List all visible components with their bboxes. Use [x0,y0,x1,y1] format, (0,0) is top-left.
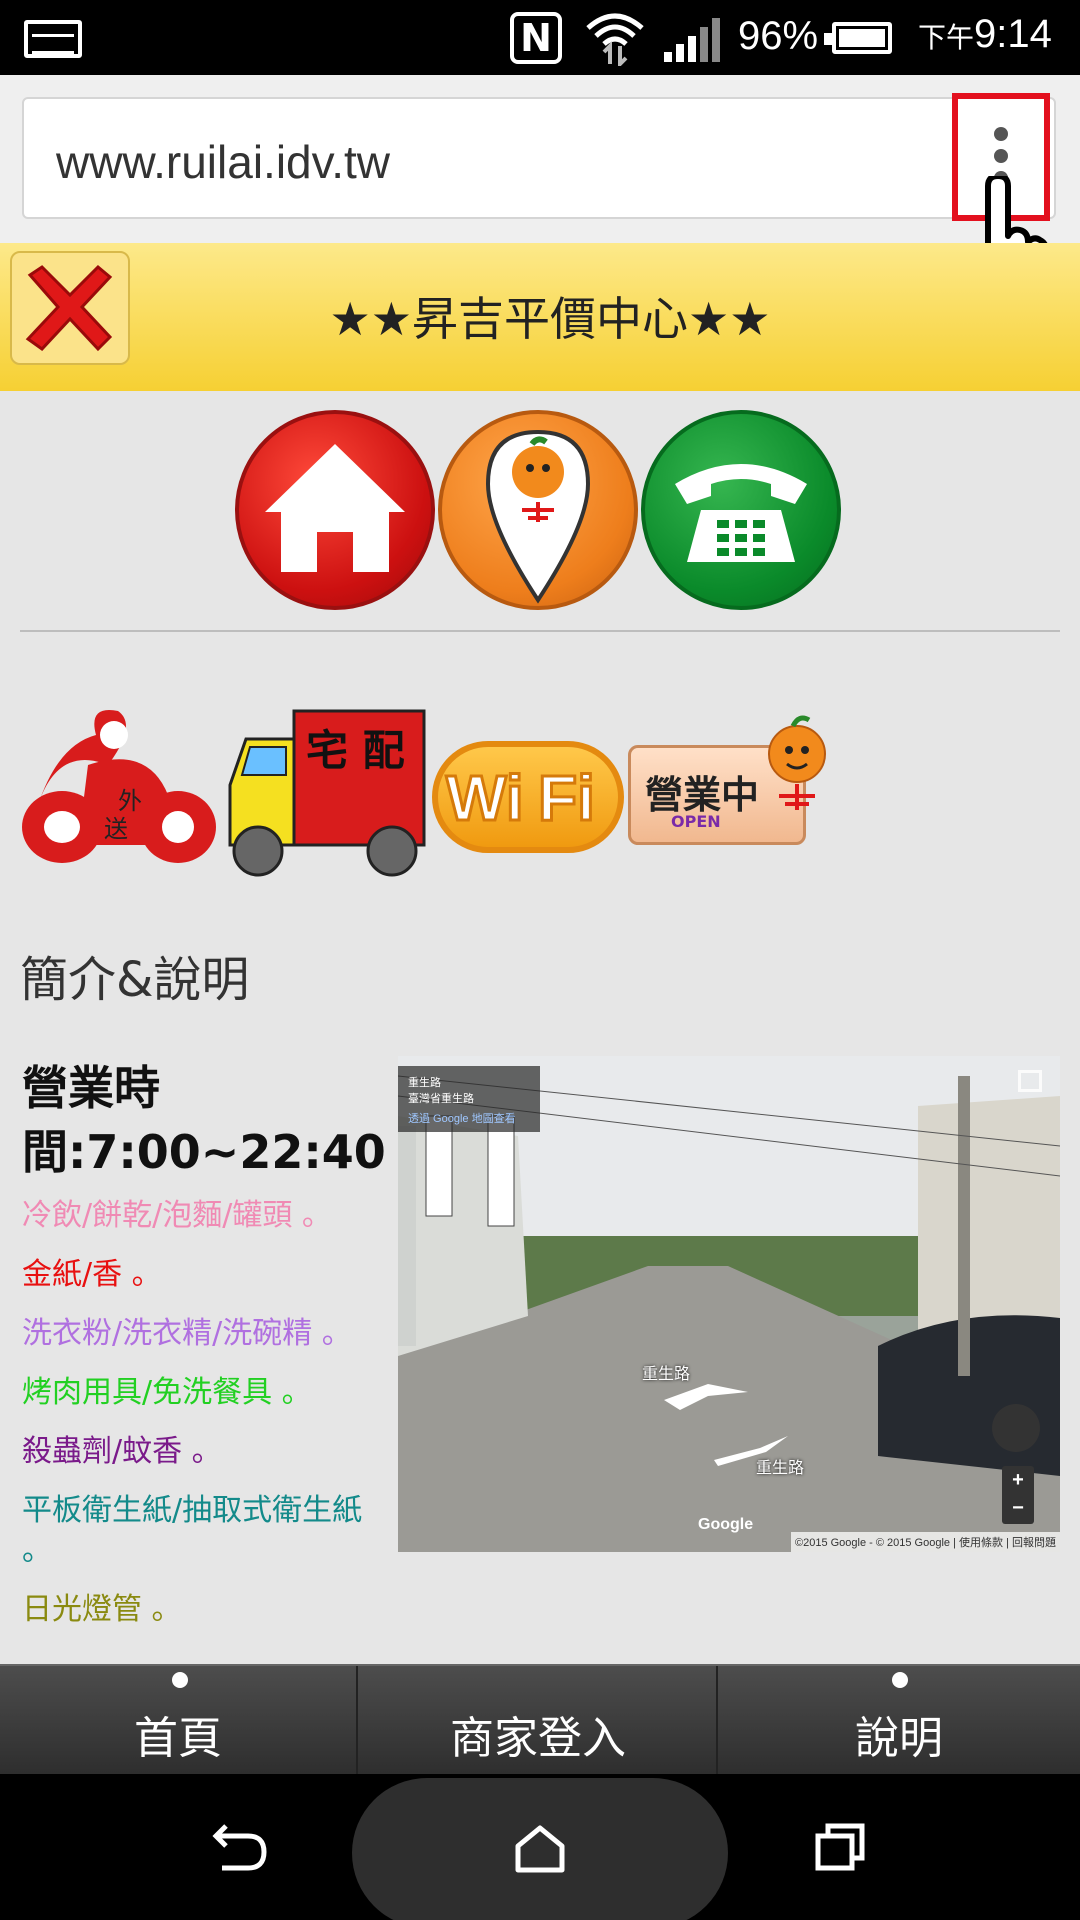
zoom-control[interactable]: + − [1002,1466,1034,1524]
zoom-out-button[interactable]: − [1002,1494,1034,1522]
svg-text:外: 外 [118,787,142,815]
product-category: 平板衛生紙/抽取式衛生紙 。 [22,1493,363,1568]
url-field[interactable]: www.ruilai.idv.tw [22,97,1056,219]
menu-dot-icon [994,127,1008,141]
nav-merchant-login[interactable]: 商家登入 [360,1666,718,1776]
house-icon [265,444,405,572]
nav-help[interactable]: 說明 [720,1666,1078,1776]
svg-text:送: 送 [104,815,128,843]
product-category: 冷飲/餅乾/泡麵/罐頭 。 [22,1198,332,1233]
orange-mascot-icon [768,715,826,810]
battery-icon [824,22,892,54]
zoom-in-button[interactable]: + [1002,1466,1034,1494]
product-category: 洗衣粉/洗衣精/洗碗精 。 [22,1316,352,1351]
image-notification-icon [24,20,82,58]
report-link[interactable]: 回報問題 [1012,1537,1056,1549]
page-title: ★★昇吉平價中心★★ [329,292,771,346]
signal-icon [664,18,720,62]
bottom-nav: 首頁 商家登入 說明 [0,1664,1080,1776]
product-list: 冷飲/餅乾/泡麵/罐頭 。金紙/香 。洗衣粉/洗衣精/洗碗精 。烤肉用具/免洗餐… [22,1196,384,1649]
wifi-badge: Wi Fi [432,741,624,853]
battery-percent: 96% [738,14,819,58]
home-icon [172,1672,188,1688]
phone-call-link[interactable] [641,410,841,610]
back-icon[interactable] [212,1822,268,1872]
status-bar: N 96% 下午9:14 [0,0,1080,75]
system-navigation-bar [0,1774,1080,1920]
map-copyright: ©2015 Google - © 2015 Google | 使用條款 | 回報… [790,1532,1060,1552]
open-in-google-maps-link[interactable]: 透過 Google 地圖查看 [408,1110,530,1126]
grid-icon [892,1672,908,1688]
map-pin-mascot-icon [485,429,591,604]
site-header: ★★昇吉平價中心★★ [0,243,1080,391]
open-now-badge: 營業中 OPEN [628,715,826,845]
divider [20,630,1060,632]
compass-icon[interactable] [992,1404,1040,1452]
wifi-icon [586,13,644,66]
store-location-link[interactable] [438,410,638,610]
street-view-info: 重生路 臺灣省重生路 透過 Google 地圖查看 [398,1066,540,1132]
recent-apps-icon[interactable] [814,1822,866,1872]
product-category: 殺蟲劑/蚊香 。 [22,1434,222,1469]
product-category: 烤肉用具/免洗餐具 。 [22,1375,312,1410]
terms-link[interactable]: 使用條款 [959,1537,1003,1549]
home-icon [515,1825,565,1873]
nfc-icon: N [510,12,562,64]
delivery-truck-icon: 宅 配 [228,709,426,877]
business-hours: 營業時間:7:00~22:40 [22,1061,386,1179]
road-label: 重生路 [756,1458,805,1477]
google-logo: Google [698,1516,754,1533]
product-category: 日光燈管 。 [22,1592,182,1627]
telephone-icon [675,464,807,562]
fullscreen-icon[interactable] [1018,1070,1042,1092]
clock: 下午9:14 [918,12,1052,56]
svg-text:宅 配: 宅 配 [306,726,405,775]
menu-dot-icon [994,149,1008,163]
road-label: 重生路 [642,1364,691,1383]
url-text: www.ruilai.idv.tw [56,136,390,188]
home-button[interactable] [352,1778,728,1920]
product-category: 金紙/香 。 [22,1257,162,1292]
section-title: 簡介&說明 [20,952,250,1008]
scooter-delivery-icon: 外 送 [22,710,216,863]
nav-home[interactable]: 首頁 [0,1666,358,1776]
browser-toolbar: www.ruilai.idv.tw [0,75,1080,243]
street-view-map[interactable]: 重生路 臺灣省重生路 透過 Google 地圖查看 重生路 重生路 + − Go… [398,1056,1060,1552]
home-link[interactable] [235,410,435,610]
